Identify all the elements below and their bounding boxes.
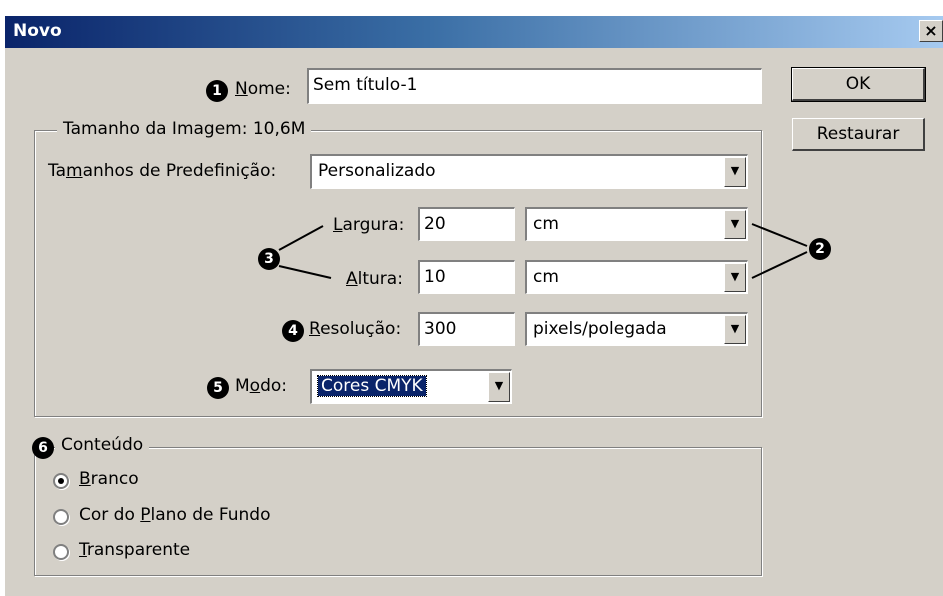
dialog-title: Novo [13, 21, 62, 41]
callout-3: 3 [258, 248, 280, 270]
dialog-body: 1 Nome: Sem título-1 OK Restaurar Tamanh… [5, 48, 943, 596]
close-icon: × [924, 21, 938, 40]
callout-lines [278, 223, 808, 279]
close-button[interactable]: × [919, 20, 943, 42]
title-bar: Novo × [5, 16, 943, 48]
callout-2: 2 [809, 238, 831, 260]
